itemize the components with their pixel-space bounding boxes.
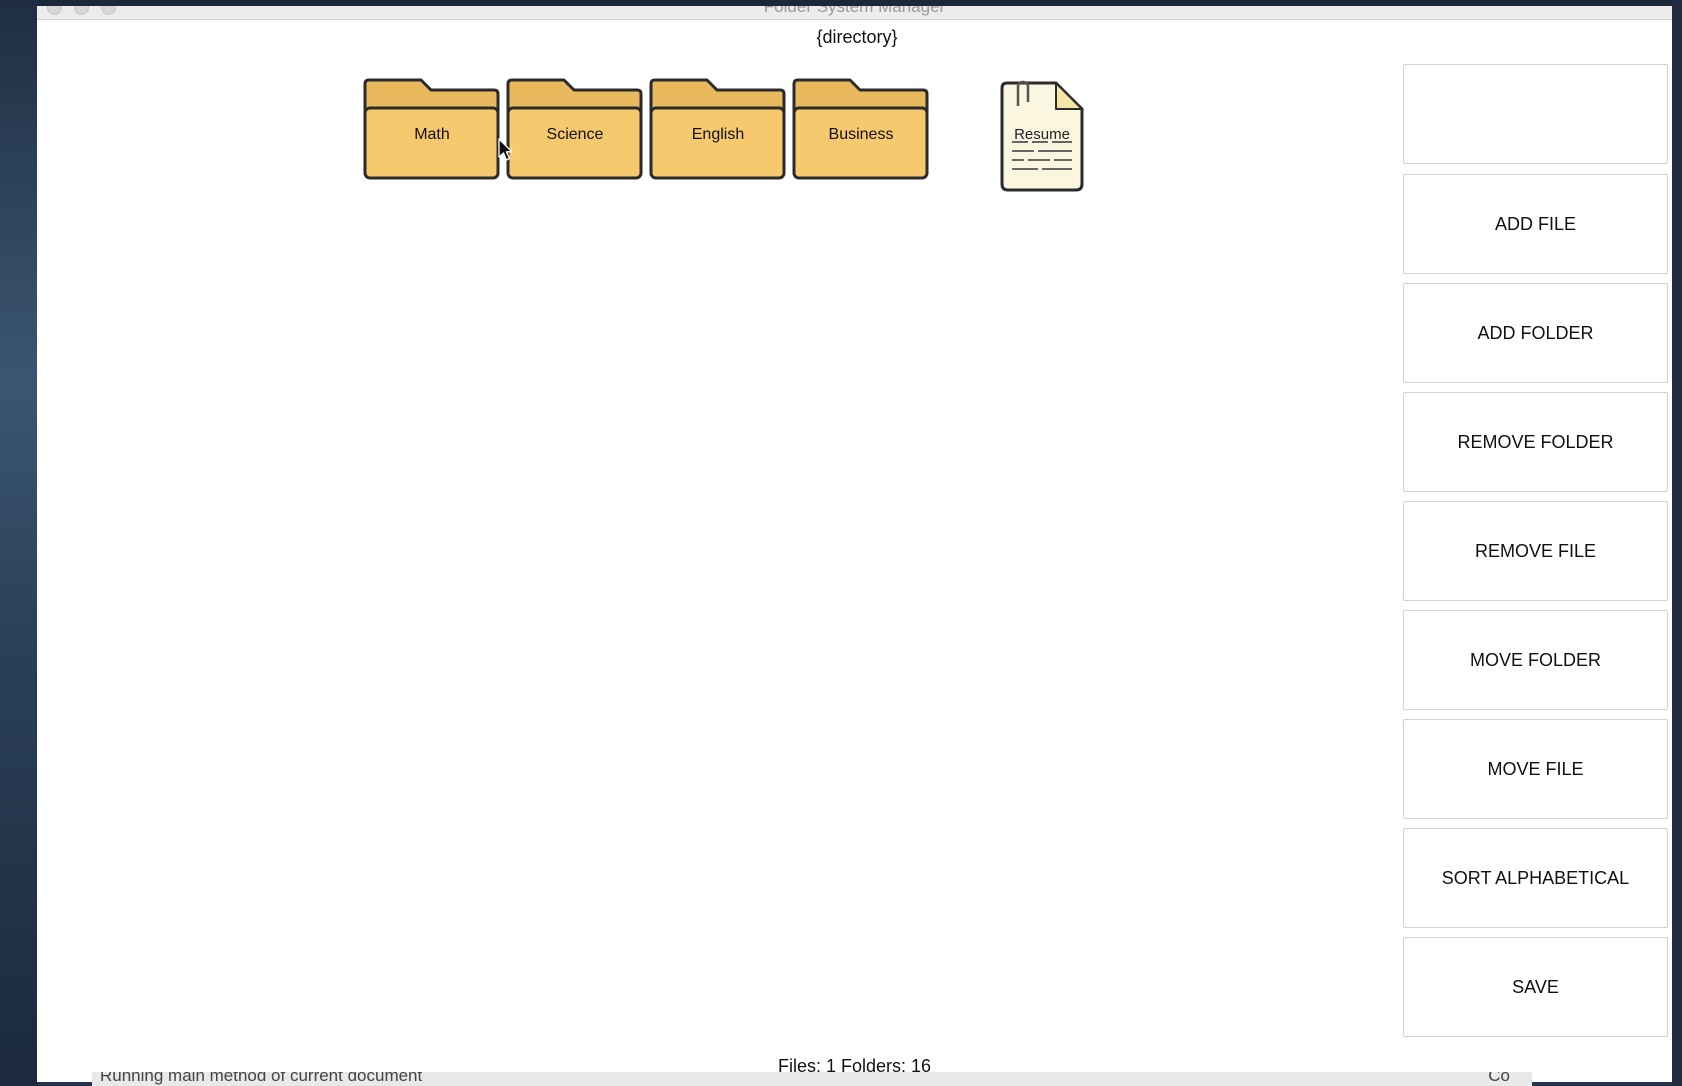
folder-math[interactable]: Math xyxy=(363,78,501,192)
directory-label: {directory} xyxy=(816,27,898,47)
title-bar[interactable]: Folder System Manager xyxy=(37,6,1672,20)
folder-label: Math xyxy=(414,126,450,143)
app-window: Folder System Manager {directory} Math S… xyxy=(37,6,1672,1082)
folder-label: English xyxy=(691,126,745,143)
terminal-status-text: Running main method of current document xyxy=(100,1072,423,1085)
remove-file-button[interactable]: REMOVE FILE xyxy=(1403,501,1668,601)
window-title: Folder System Manager xyxy=(763,6,946,16)
name-input-field[interactable] xyxy=(1403,64,1668,164)
move-folder-button[interactable]: MOVE FOLDER xyxy=(1403,610,1668,710)
desktop-wallpaper xyxy=(0,0,38,1086)
terminal-right-text: Co xyxy=(1488,1072,1510,1085)
folder-label: Business xyxy=(828,126,894,143)
mouse-pointer-icon xyxy=(498,138,513,161)
add-folder-button[interactable]: ADD FOLDER xyxy=(1403,283,1668,383)
save-button[interactable]: SAVE xyxy=(1403,937,1668,1037)
folder-label: Science xyxy=(546,126,604,143)
file-resume[interactable]: Resume xyxy=(998,80,1086,194)
file-label: Resume xyxy=(1014,126,1070,143)
move-file-button[interactable]: MOVE FILE xyxy=(1403,719,1668,819)
add-file-button[interactable]: ADD FILE xyxy=(1403,174,1668,274)
folder-science[interactable]: Science xyxy=(506,78,644,192)
desktop-wallpaper-right xyxy=(1672,0,1682,1086)
folder-english[interactable]: English xyxy=(649,78,787,192)
remove-folder-button[interactable]: REMOVE FOLDER xyxy=(1403,392,1668,492)
folder-business[interactable]: Business xyxy=(792,78,930,192)
background-terminal-window: Running main method of current document … xyxy=(92,1072,1532,1086)
sort-alphabetical-button[interactable]: SORT ALPHABETICAL xyxy=(1403,828,1668,928)
